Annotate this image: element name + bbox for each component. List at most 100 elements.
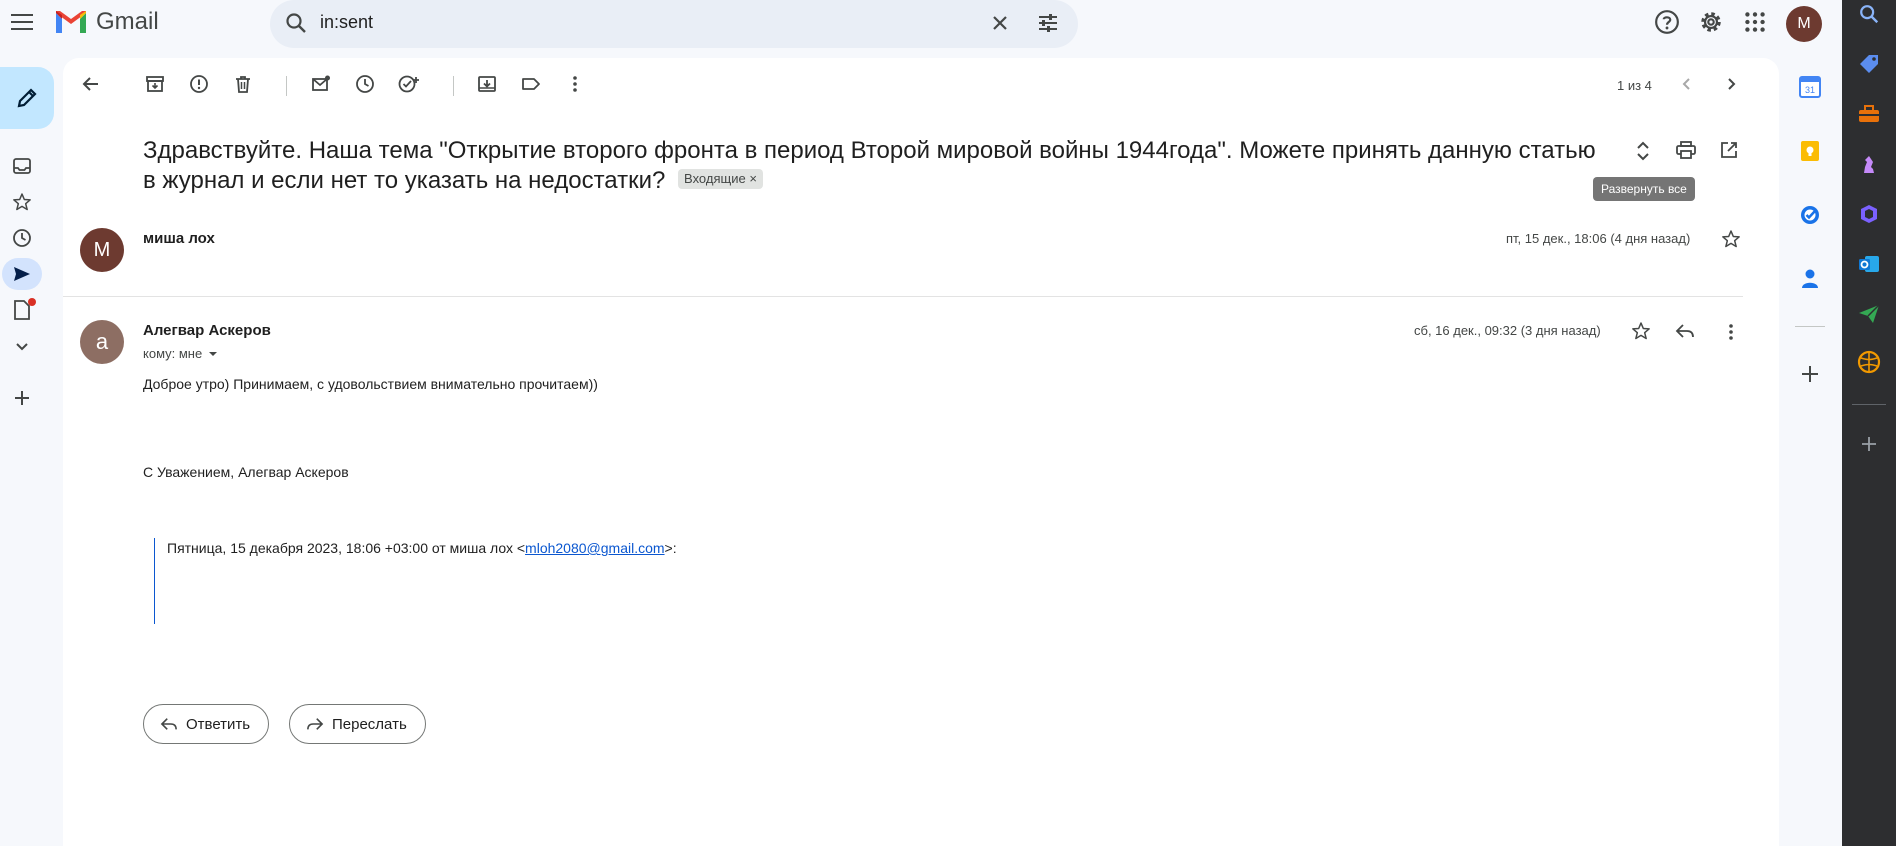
nav-sent[interactable]	[2, 258, 42, 290]
outlook-icon[interactable]	[1857, 252, 1881, 276]
inbox-icon	[13, 158, 31, 174]
star-icon[interactable]	[1631, 321, 1651, 346]
expand-all-tooltip: Развернуть все	[1593, 177, 1695, 201]
forward-icon	[307, 718, 324, 730]
trash-icon[interactable]	[231, 72, 255, 96]
unread-dot	[28, 298, 36, 306]
keep-app[interactable]	[1788, 134, 1832, 168]
reply-button[interactable]: Ответить	[143, 704, 270, 744]
settings-gear-icon[interactable]	[1698, 9, 1724, 40]
sender-name[interactable]: миша лох	[143, 230, 215, 247]
recipients-text: кому: мне	[143, 346, 203, 361]
close-icon[interactable]: ×	[749, 171, 757, 186]
search-icon[interactable]	[284, 11, 308, 40]
svg-text:31: 31	[1805, 85, 1815, 95]
app-name: Gmail	[96, 8, 159, 35]
recipients-line[interactable]: кому: мне	[143, 346, 218, 361]
snooze-clock-icon[interactable]	[353, 72, 377, 96]
chess-icon[interactable]	[1857, 152, 1881, 176]
more-vert-icon[interactable]	[563, 72, 587, 96]
more-vert-icon[interactable]	[1721, 322, 1741, 347]
chevron-left-icon[interactable]	[1675, 72, 1699, 96]
star-icon[interactable]	[1721, 229, 1741, 254]
reply-icon	[160, 718, 177, 730]
search-options-icon[interactable]	[1036, 11, 1060, 40]
caret-down-icon	[209, 351, 218, 356]
reply-label: Ответить	[186, 715, 251, 733]
mark-unread-icon[interactable]	[309, 72, 333, 96]
nav-snoozed[interactable]	[2, 222, 42, 254]
calendar-icon: 31	[1799, 76, 1821, 98]
archive-icon[interactable]	[143, 72, 167, 96]
pager-count: 1 из 4	[1617, 78, 1652, 93]
tasks-icon	[1801, 206, 1819, 224]
toolbar-divider	[286, 76, 287, 96]
nav-inbox[interactable]	[2, 150, 42, 182]
game-ball-icon[interactable]	[1857, 350, 1881, 374]
close-icon[interactable]	[988, 11, 1012, 40]
get-addons-button[interactable]	[1788, 357, 1832, 391]
account-avatar[interactable]: M	[1786, 6, 1822, 42]
side-divider	[1795, 326, 1825, 327]
contacts-app[interactable]	[1788, 262, 1832, 296]
sender-avatar[interactable]: M	[80, 228, 124, 272]
search-bar[interactable]: in:sent	[270, 0, 1078, 48]
forward-label: Переслать	[332, 715, 407, 733]
subject-text: Здравствуйте. Наша тема "Открытие второг…	[143, 137, 1596, 194]
contacts-icon	[1802, 269, 1818, 288]
back-arrow-icon[interactable]	[79, 72, 103, 96]
chevron-down-icon	[16, 343, 28, 351]
send-plane-icon[interactable]	[1857, 302, 1881, 326]
quote-prefix: Пятница, 15 декабря 2023, 18:06 +03:00 о…	[167, 540, 526, 556]
apps-grid-icon[interactable]	[1742, 9, 1768, 40]
send-icon	[14, 267, 30, 281]
quote-email-link[interactable]: mloh2080@gmail.com	[525, 540, 665, 556]
sender-avatar[interactable]: a	[80, 320, 124, 364]
quote-bar	[154, 538, 155, 624]
nav-drafts[interactable]	[2, 294, 42, 326]
message-toolbar: 1 из 4	[63, 58, 1779, 112]
toolbox-icon[interactable]	[1857, 102, 1881, 126]
plus-icon[interactable]	[1857, 432, 1881, 456]
main-menu-button[interactable]	[8, 4, 36, 40]
quoted-header: Пятница, 15 декабря 2023, 18:06 +03:00 о…	[167, 540, 677, 556]
plus-icon	[15, 391, 29, 405]
nav-starred[interactable]	[2, 186, 42, 218]
reply-icon[interactable]	[1675, 322, 1695, 345]
expand-all-icon[interactable]	[1633, 140, 1653, 167]
sender-name[interactable]: Алегвар Аскеров	[143, 322, 271, 339]
shopping-tag-icon[interactable]	[1857, 52, 1881, 76]
label-icon[interactable]	[519, 72, 543, 96]
search-input[interactable]: in:sent	[320, 12, 373, 33]
plus-icon	[1802, 366, 1818, 382]
chevron-right-icon[interactable]	[1719, 72, 1743, 96]
help-icon[interactable]	[1654, 9, 1680, 40]
message-divider	[63, 296, 1743, 297]
gmail-m-icon	[56, 11, 86, 33]
move-to-icon[interactable]	[475, 72, 499, 96]
clock-icon	[13, 229, 31, 247]
report-spam-icon[interactable]	[187, 72, 211, 96]
top-right-controls: M	[1654, 6, 1822, 42]
print-icon[interactable]	[1675, 140, 1697, 167]
calendar-app[interactable]: 31	[1788, 70, 1832, 104]
star-icon	[13, 193, 31, 211]
copilot-icon[interactable]	[1857, 202, 1881, 226]
nav-more[interactable]	[2, 330, 42, 362]
compose-button[interactable]	[0, 67, 54, 129]
inbox-label-chip[interactable]: Входящие ×	[678, 168, 763, 189]
toolbar-divider	[453, 76, 454, 96]
open-new-window-icon[interactable]	[1719, 140, 1739, 167]
add-task-icon[interactable]	[397, 72, 421, 96]
thread-subject: Здравствуйте. Наша тема "Открытие второг…	[143, 136, 1613, 196]
tasks-app[interactable]	[1788, 198, 1832, 232]
message-date: пт, 15 дек., 18:06 (4 дня назад)	[1506, 231, 1691, 246]
message-date: сб, 16 дек., 09:32 (3 дня назад)	[1414, 323, 1601, 338]
pencil-icon	[17, 88, 37, 108]
nav-create-label[interactable]	[2, 382, 42, 414]
browser-sidebar	[1842, 0, 1896, 846]
forward-button[interactable]: Переслать	[289, 704, 426, 744]
message-signature: С Уважением, Алегвар Аскеров	[143, 464, 349, 480]
gmail-logo[interactable]: Gmail	[54, 8, 159, 36]
search-icon[interactable]	[1857, 2, 1881, 26]
